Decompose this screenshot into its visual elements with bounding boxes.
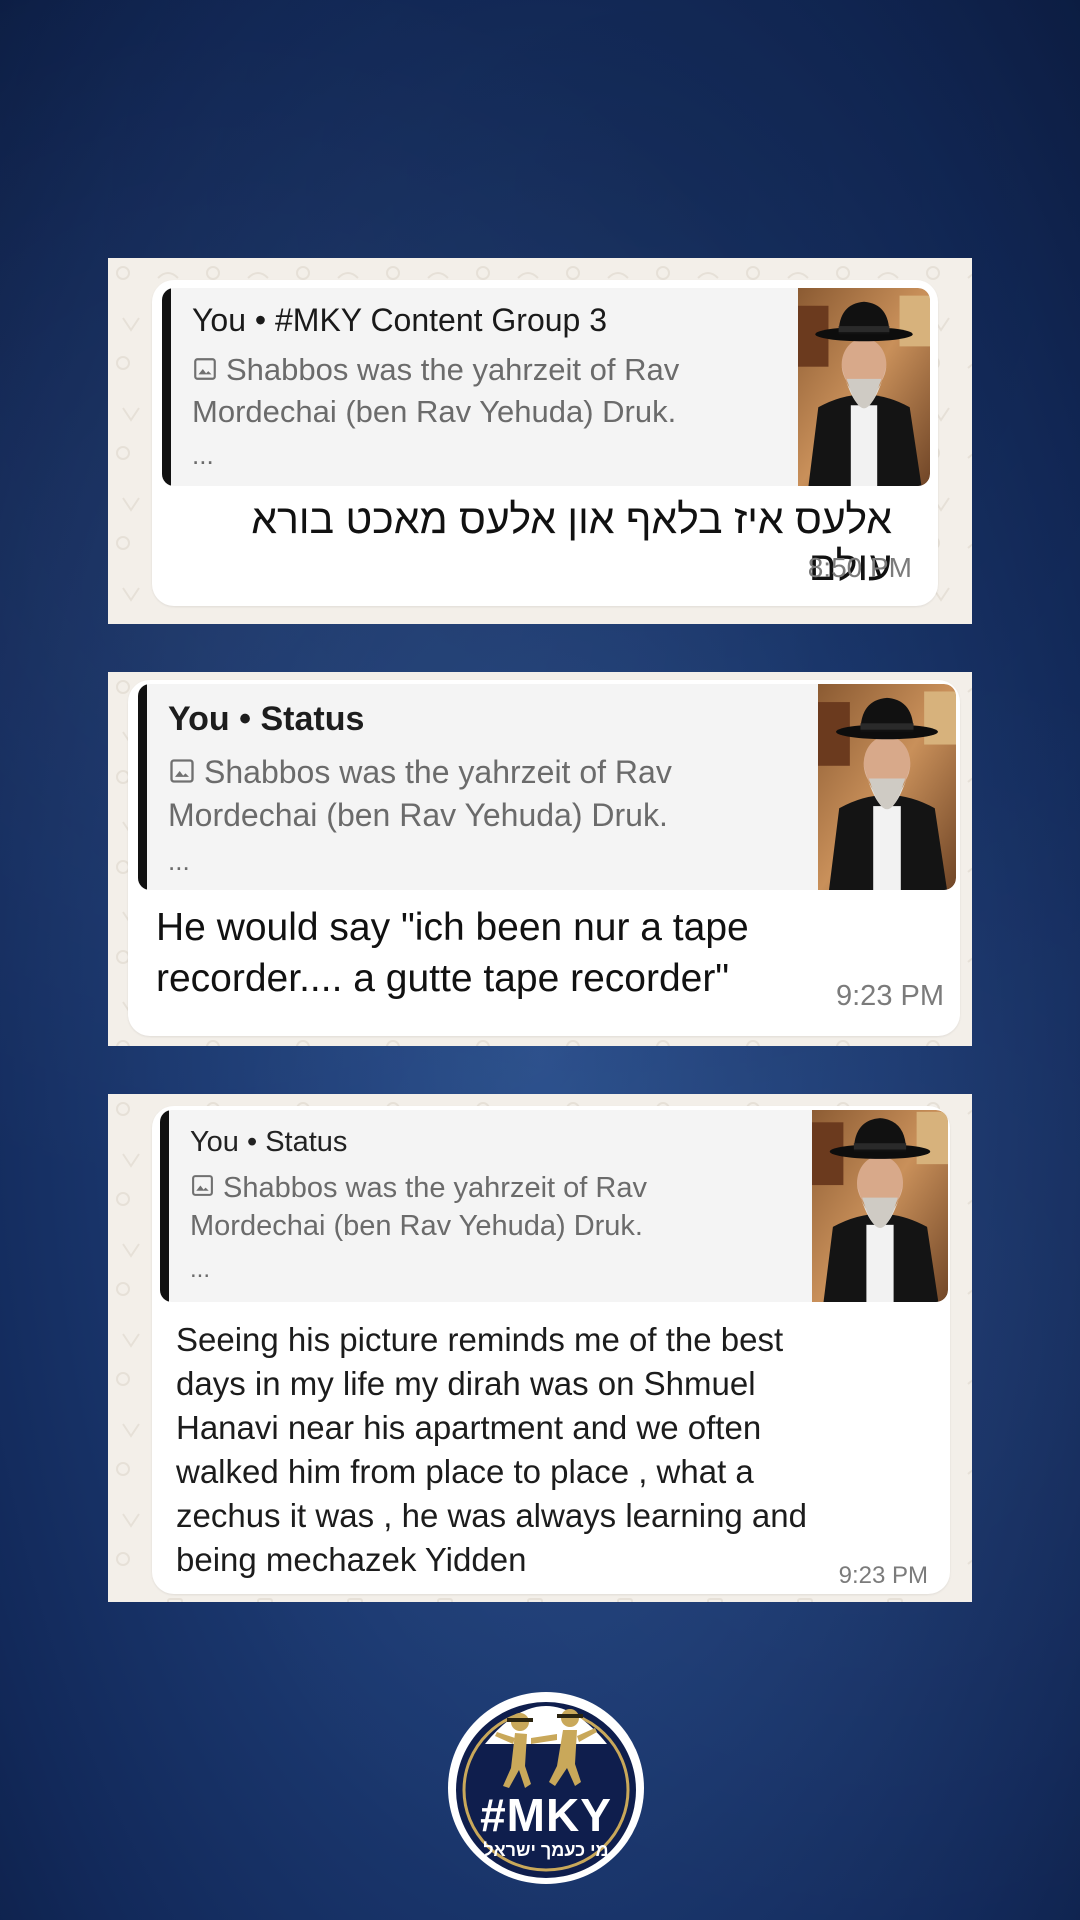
message-bubble[interactable]: You • Status Shabbos was the yahrzeit of… (152, 1106, 950, 1594)
message-line: days in my life my dirah was on Shmuel (176, 1365, 756, 1402)
quote-snippet-line2: Mordechai (ben Rav Yehuda) Druk. (190, 1210, 643, 1243)
quote-snippet-line2: Mordechai (ben Rav Yehuda) Druk. (192, 393, 677, 429)
quote-snippet-line1: Shabbos was the yahrzeit of Rav (223, 1172, 647, 1204)
message-line: being mechazek Yidden (176, 1541, 527, 1578)
message-time: 9:23 PM (836, 980, 944, 1012)
quote-ellipsis: ... (168, 846, 190, 876)
message-line: Seeing his picture reminds me of the bes… (176, 1321, 784, 1358)
quote-snippet: Shabbos was the yahrzeit of Rav Mordecha… (168, 752, 808, 837)
message-card-3: You • Status Shabbos was the yahrzeit of… (108, 1094, 972, 1602)
quoted-reply[interactable]: You • #MKY Content Group 3 Shabbos was t… (162, 288, 930, 486)
rabbi-photo-icon (818, 684, 956, 890)
message-card-2: You • Status Shabbos was the yahrzeit of… (108, 672, 972, 1046)
quote-bar (160, 1110, 169, 1302)
message-bubble[interactable]: You • #MKY Content Group 3 Shabbos was t… (152, 280, 938, 606)
quote-ellipsis: ... (190, 1256, 211, 1283)
logo-name: #MKY (480, 1789, 612, 1841)
quote-snippet-line1: Shabbos was the yahrzeit of Rav (204, 754, 672, 790)
message-line: walked him from place to place , what a (176, 1453, 754, 1490)
quote-bar (162, 288, 171, 486)
message-time: 8:50 PM (807, 552, 912, 583)
image-icon (190, 1171, 215, 1209)
rabbi-photo-icon (812, 1110, 948, 1302)
message-card-1: You • #MKY Content Group 3 Shabbos was t… (108, 258, 972, 624)
quote-snippet-line1: Shabbos was the yahrzeit of Rav (226, 352, 680, 387)
message-bubble[interactable]: You • Status Shabbos was the yahrzeit of… (128, 680, 960, 1036)
quoted-reply[interactable]: You • Status Shabbos was the yahrzeit of… (138, 684, 956, 890)
message-text: He would say "ich been nur a tape record… (156, 902, 749, 1004)
logo-tagline: מי כעמך ישראל (483, 1840, 609, 1860)
message-text: אלעס איז בלאף און אלעס מאכט בורא עולם (251, 496, 892, 589)
quote-snippet: Shabbos was the yahrzeit of Rav Mordecha… (192, 350, 792, 432)
image-icon (192, 352, 218, 392)
quoted-reply[interactable]: You • Status Shabbos was the yahrzeit of… (160, 1110, 948, 1302)
message-line: He would say "ich been nur a tape (156, 906, 749, 949)
quote-bar (138, 684, 147, 890)
quote-snippet-line2: Mordechai (ben Rav Yehuda) Druk. (168, 797, 668, 834)
quote-header: You • #MKY Content Group 3 (192, 302, 608, 338)
message-line: zechus it was , he was always learning a… (176, 1497, 807, 1534)
message-time: 9:23 PM (838, 1562, 928, 1589)
message-line: Hanavi near his apartment and we often (176, 1409, 762, 1446)
quote-snippet: Shabbos was the yahrzeit of Rav Mordecha… (190, 1170, 790, 1246)
mky-logo-icon: #MKY מי כעמך ישראל (445, 1678, 647, 1886)
image-icon (168, 754, 196, 796)
quote-header: You • Status (168, 700, 365, 738)
rabbi-photo-icon (798, 288, 930, 486)
message-line: recorder.... a gutte tape recorder" (156, 957, 730, 1000)
quote-ellipsis: ... (192, 440, 214, 470)
quote-header: You • Status (190, 1126, 348, 1158)
message-text: Seeing his picture reminds me of the bes… (176, 1318, 807, 1582)
